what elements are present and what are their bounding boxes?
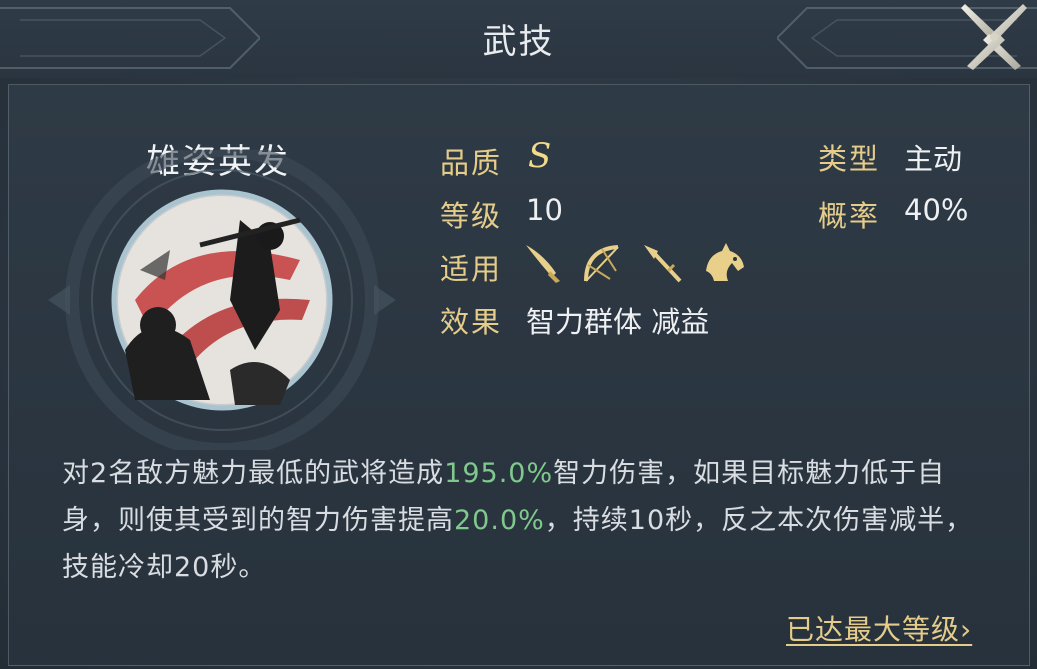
chance-value: 40% (904, 193, 969, 227)
close-icon (961, 4, 1027, 70)
effect-label: 效果 (440, 305, 503, 339)
effect-value: 智力群体 减益 (526, 305, 710, 339)
close-button[interactable] (959, 0, 1029, 72)
horse-icon (706, 243, 744, 281)
chevron-right-icon: › (960, 613, 973, 646)
quality-label: 品质 (440, 146, 503, 180)
window-title: 武技 (482, 22, 555, 62)
chance-label: 概率 (818, 199, 881, 233)
damage-percent: 195.0% (444, 458, 554, 489)
applicable-label: 适用 (440, 252, 503, 286)
bow-icon (584, 245, 619, 282)
level-label: 等级 (440, 199, 503, 233)
sword-icon (526, 245, 560, 283)
max-level-label: 已达最大等级 (786, 613, 961, 646)
quality-value: S (528, 136, 552, 176)
max-level-link[interactable]: 已达最大等级› (786, 608, 972, 648)
spear-icon (644, 245, 682, 283)
description-text-1: 对2名敌方魅力最低的武将造成 (62, 458, 445, 489)
bonus-percent: 20.0% (454, 505, 545, 536)
type-label: 类型 (818, 142, 881, 176)
skill-medallion (48, 150, 396, 450)
skill-description: 对2名敌方魅力最低的武将造成195.0%智力伤害，如果目标魅力低于自身，则使其受… (62, 450, 982, 591)
level-value: 10 (526, 193, 563, 227)
type-value: 主动 (904, 142, 963, 176)
